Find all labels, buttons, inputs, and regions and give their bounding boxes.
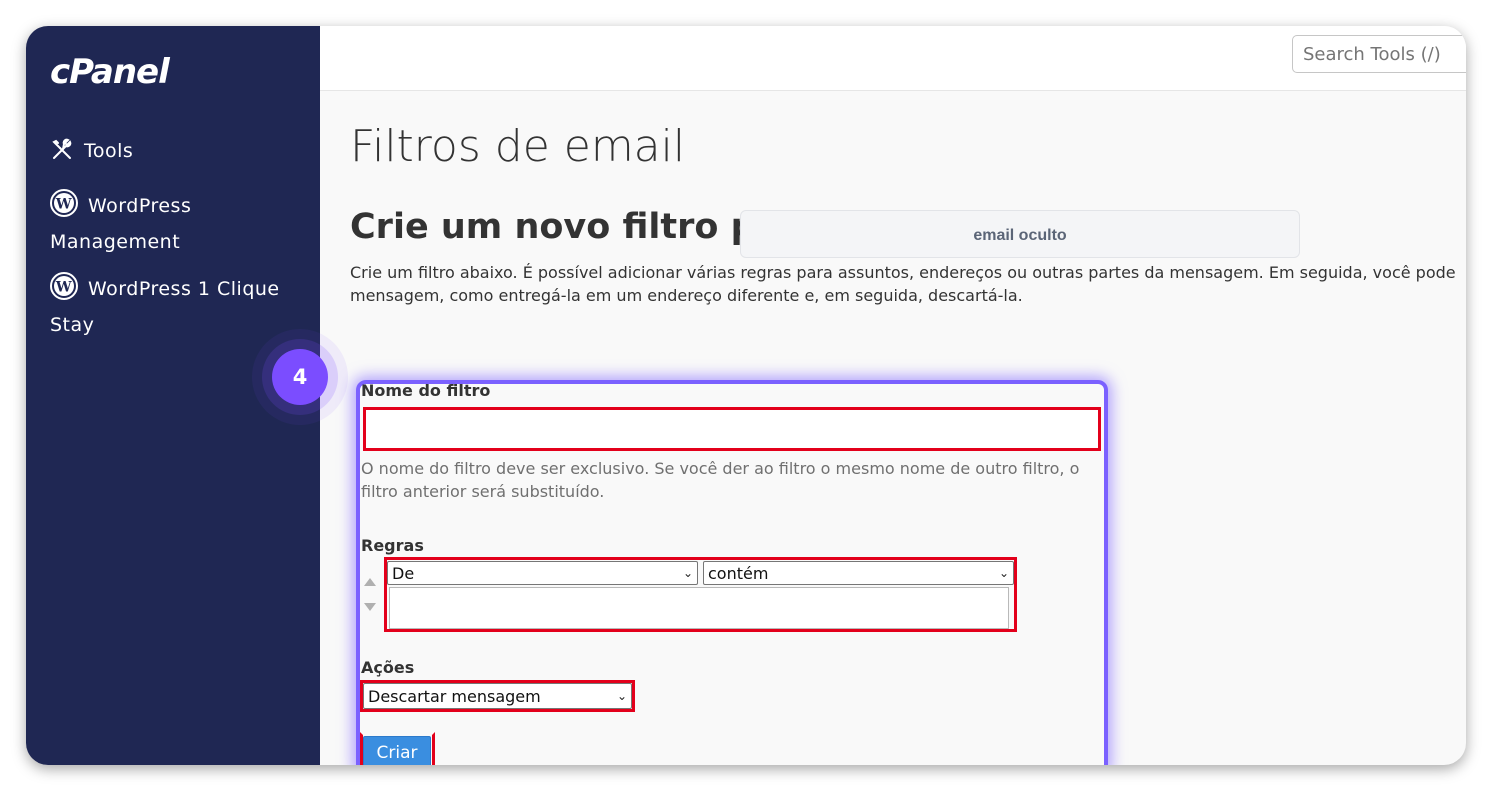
sidebar-item-wordpress-management[interactable]: W WordPress Management [50, 189, 290, 258]
chevron-down-icon: ⌄ [616, 689, 627, 703]
sidebar-item-label: WordPress 1 Clique Stay [50, 278, 280, 336]
cpanel-logo[interactable]: cPanel [50, 52, 170, 92]
action-value: Descartar mensagem [368, 686, 541, 706]
sidebar-item-wordpress-1-clique[interactable]: W WordPress 1 Clique Stay [50, 272, 300, 341]
rule-field-value: De [392, 563, 415, 583]
rule-operator-select[interactable]: contém ⌄ [703, 561, 1014, 585]
rule-operator-value: contém [708, 563, 769, 583]
move-rule-down-icon[interactable] [364, 603, 376, 611]
filter-name-label: Nome do filtro [361, 381, 491, 400]
rule-value-input[interactable] [389, 587, 1009, 629]
tools-icon [50, 138, 74, 172]
section-title: Crie um novo filtro par [350, 207, 797, 247]
actions-label: Ações [361, 658, 415, 677]
search-tools-input[interactable] [1292, 35, 1466, 73]
sidebar: cPanel Tools W WordPress Management W Wo… [26, 26, 320, 765]
svg-text:W: W [55, 280, 72, 296]
redacted-email-label: email oculto [740, 210, 1300, 258]
main-content: Filtros de email Crie um novo filtro par… [320, 91, 1466, 765]
action-select[interactable]: Descartar mensagem ⌄ [363, 683, 632, 709]
page-title: Filtros de email [350, 121, 686, 172]
wordpress-icon: W [50, 189, 78, 227]
rules-label: Regras [361, 536, 424, 555]
page-description: Crie um filtro abaixo. É possível adicio… [350, 263, 1456, 305]
wordpress-icon: W [50, 272, 78, 310]
app-window: cPanel Tools W WordPress Management W Wo… [26, 26, 1466, 765]
chevron-down-icon: ⌄ [998, 566, 1009, 580]
svg-text:W: W [55, 197, 72, 213]
create-button[interactable]: Criar [363, 736, 431, 765]
chevron-down-icon: ⌄ [682, 566, 693, 580]
sidebar-item-tools[interactable]: Tools [50, 136, 133, 172]
sidebar-item-label: Tools [84, 140, 134, 162]
filter-name-input[interactable] [363, 407, 1101, 451]
filter-name-help: O nome do filtro deve ser exclusivo. Se … [361, 459, 1080, 501]
top-bar [320, 26, 1466, 91]
move-rule-up-icon[interactable] [364, 578, 376, 586]
rule-field-select[interactable]: De ⌄ [387, 561, 698, 585]
step-badge: 4 [272, 349, 328, 405]
